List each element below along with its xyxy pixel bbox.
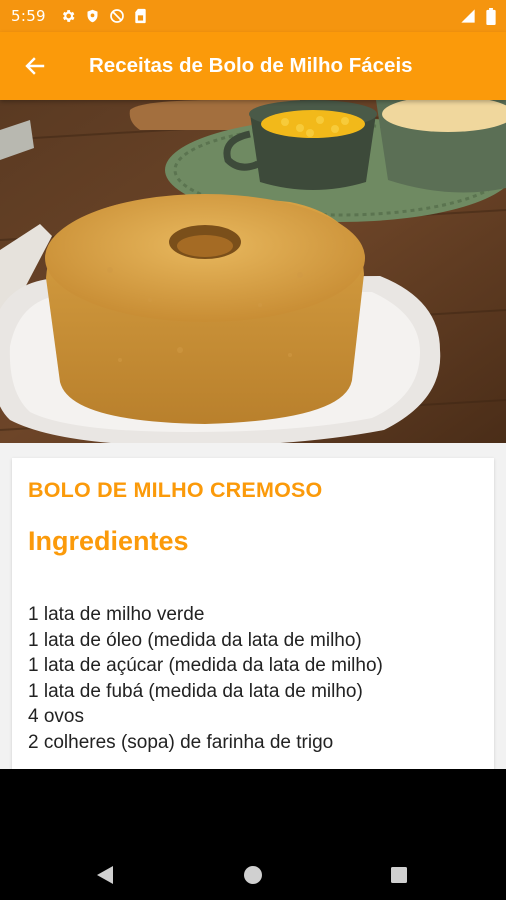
nav-home-button[interactable] (235, 857, 271, 893)
recents-square-icon (391, 867, 407, 883)
back-triangle-icon (97, 866, 113, 884)
home-circle-icon (244, 866, 262, 884)
app-bar: Receitas de Bolo de Milho Fáceis (0, 32, 506, 100)
battery-icon (486, 7, 496, 25)
arrow-back-icon (25, 57, 45, 75)
system-nav-bar (0, 769, 506, 900)
status-icons-right (460, 7, 496, 25)
ingredients-heading: Ingredientes (28, 526, 189, 556)
gear-icon (62, 10, 75, 22)
list-item: 4 ovos (28, 706, 84, 727)
status-time: 5:59 (11, 7, 46, 25)
sim-card-icon (135, 8, 146, 24)
recipe-title: BOLO DE MILHO CREMOSO (28, 478, 323, 502)
list-item: 1 lata de fubá (medida da lata de milho) (28, 680, 363, 702)
ingredients-list: 1 lata de milho verde 1 lata de óleo (me… (28, 602, 383, 755)
nav-recents-button[interactable] (381, 857, 417, 893)
list-item: 1 lata de milho verde (28, 604, 205, 625)
cell-signal-icon (461, 9, 475, 23)
shield-icon (87, 9, 98, 23)
nav-back-button[interactable] (87, 857, 123, 893)
list-item: 1 lata de óleo (medida da lata de milho) (28, 629, 362, 651)
page-title: Receitas de Bolo de Milho Fáceis (89, 54, 413, 77)
status-icons-left (60, 8, 147, 24)
recipe-content[interactable]: BOLO DE MILHO CREMOSO Ingredientes 1 lat… (0, 100, 506, 769)
no-sync-icon (110, 9, 124, 23)
list-item: 2 colheres (sopa) de farinha de trigo (28, 731, 334, 753)
back-button[interactable] (13, 44, 57, 88)
recipe-photo (0, 100, 506, 443)
status-bar: 5:59 (0, 0, 506, 32)
list-item: 1 lata de açúcar (medida da lata de milh… (28, 655, 383, 676)
recipe-card: BOLO DE MILHO CREMOSO Ingredientes 1 lat… (12, 458, 494, 769)
